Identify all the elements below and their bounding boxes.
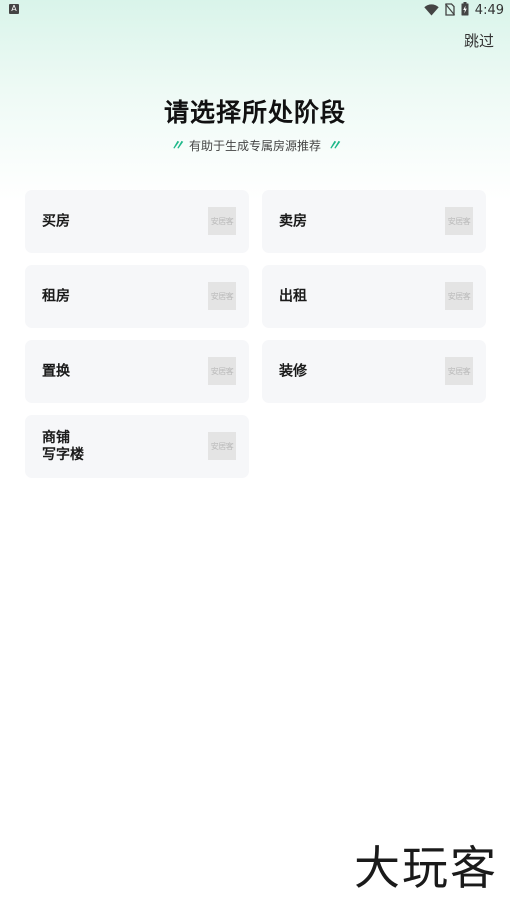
placeholder-image-icon: 安居客 [445, 282, 473, 310]
stage-label: 租房 [42, 288, 70, 305]
placeholder-image-icon: 安居客 [445, 357, 473, 385]
stage-card-replace[interactable]: 置换 安居客 [25, 340, 249, 403]
stage-label-line: 商铺 [42, 429, 70, 446]
stage-label-line: 租房 [42, 288, 70, 304]
stage-label: 出租 [279, 288, 307, 305]
close-quote-icon: 〃 [327, 138, 341, 154]
placeholder-image-icon: 安居客 [208, 357, 236, 385]
watermark-logo: 大玩客 [354, 841, 498, 895]
status-icons: 4:49 [424, 1, 504, 20]
open-quote-icon: 〃 [169, 138, 184, 154]
stage-label-line: 买房 [42, 213, 70, 229]
wifi-icon [424, 1, 439, 20]
stage-label-line: 置换 [42, 363, 70, 379]
stage-label: 置换 [42, 363, 70, 380]
status-time: 4:49 [474, 2, 504, 18]
page-title: 请选择所处阶段 [163, 98, 346, 127]
subtitle-text: 有助于生成专属房源推荐 [188, 138, 321, 153]
stage-label-line: 出租 [279, 288, 307, 304]
stage-label: 买房 [42, 213, 70, 230]
placeholder-image-icon: 安居客 [445, 207, 473, 235]
stage-label: 装修 [279, 363, 307, 380]
placeholder-image-icon: 安居客 [208, 207, 236, 235]
subtitle: 〃 有助于生成专属房源推荐 〃 [0, 135, 510, 155]
battery-charging-icon [461, 1, 469, 20]
no-sim-icon [444, 1, 455, 20]
placeholder-image-icon: 安居客 [208, 282, 236, 310]
skip-button[interactable]: 跳过 [464, 30, 494, 51]
stage-label: 卖房 [279, 213, 307, 230]
stage-label-line: 卖房 [279, 213, 307, 229]
stage-card-lease-out[interactable]: 出租 安居客 [262, 265, 486, 328]
notification-app-icon: A [9, 4, 19, 14]
stage-label-line: 装修 [279, 363, 307, 379]
stage-card-rent-house[interactable]: 租房 安居客 [25, 265, 249, 328]
placeholder-image-icon: 安居客 [208, 432, 236, 460]
stage-options-grid: 买房 安居客 卖房 安居客 租房 安居客 出租 安居客 置换 安居客 装修 安居… [25, 190, 486, 478]
stage-label: 商铺 写字楼 [42, 430, 84, 464]
stage-card-shop-office[interactable]: 商铺 写字楼 安居客 [25, 415, 249, 478]
stage-label-line: 写字楼 [42, 446, 84, 463]
stage-card-buy-house[interactable]: 买房 安居客 [25, 190, 249, 253]
status-bar: A 4:49 [0, 0, 510, 22]
stage-card-renovation[interactable]: 装修 安居客 [262, 340, 486, 403]
stage-card-sell-house[interactable]: 卖房 安居客 [262, 190, 486, 253]
